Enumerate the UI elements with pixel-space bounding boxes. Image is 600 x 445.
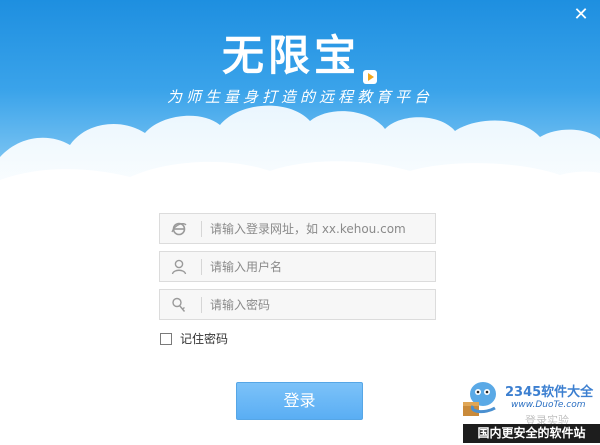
site-watermark: 2345软件大全 www.DuoTe.com 登录实验 国内更安全的软件站 (455, 376, 600, 445)
password-field[interactable] (159, 289, 436, 320)
tagline: 为师生量身打造的远程教育平台 (166, 88, 433, 106)
app-logo: 无限宝 (0, 22, 600, 84)
login-window: ✕ 无限宝 为师生量身打造的远程教育平台 请输入登录网址，如 xx.kehou.… (0, 0, 600, 445)
watermark-url: www.DuoTe.com (511, 400, 586, 410)
play-badge-icon (362, 46, 378, 84)
cloud-decoration (0, 105, 600, 215)
remember-checkbox[interactable] (160, 333, 172, 345)
password-input[interactable] (210, 294, 430, 316)
login-url-input[interactable] (210, 218, 430, 240)
user-icon (170, 258, 188, 276)
field-separator (201, 297, 202, 313)
ie-globe-icon (170, 220, 188, 238)
username-input[interactable] (210, 256, 430, 278)
remember-label: 记住密码 (180, 332, 229, 346)
username-field[interactable] (159, 251, 436, 282)
remember-password[interactable]: 记住密码 (160, 330, 228, 346)
watermark-slogan: 国内更安全的软件站 (463, 424, 600, 443)
login-url-field[interactable] (159, 213, 436, 244)
field-separator (201, 221, 202, 237)
logo-text: 无限宝 (221, 31, 360, 80)
mascot-icon (463, 382, 496, 416)
login-button[interactable]: 登录 (236, 382, 363, 420)
key-icon (170, 296, 188, 314)
watermark-brand: 2345软件大全 (505, 385, 594, 400)
field-separator (201, 259, 202, 275)
